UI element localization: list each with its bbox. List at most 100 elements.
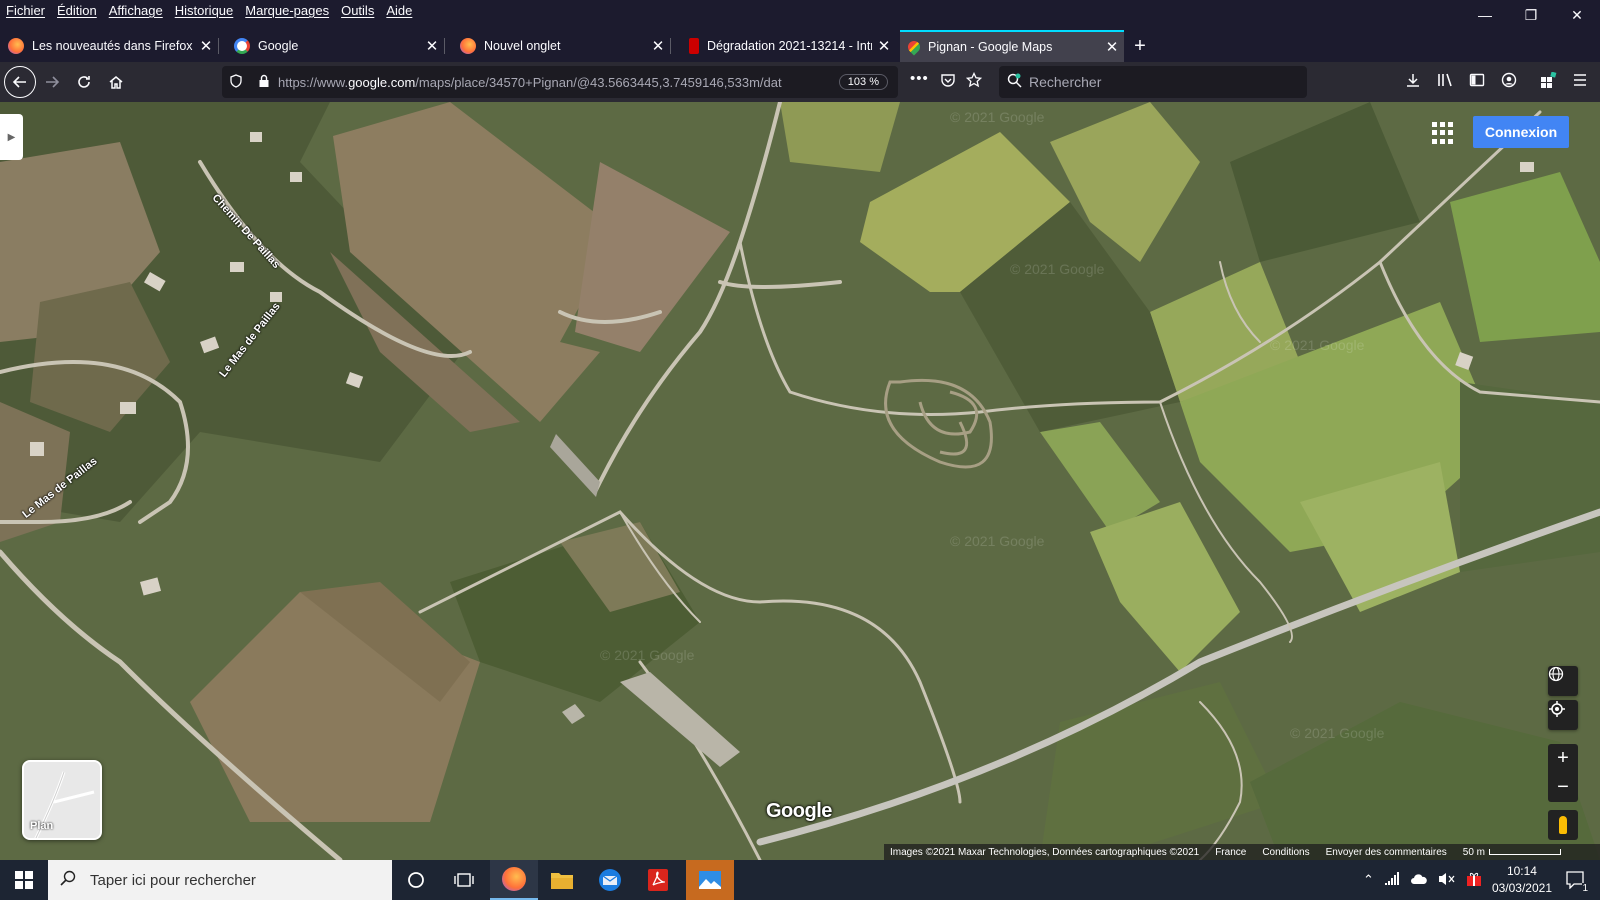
- imagery-credits: Images ©2021 Maxar Technologies, Données…: [890, 846, 1200, 858]
- close-tab-icon[interactable]: ✕: [194, 37, 218, 55]
- google-logo: Google: [766, 800, 832, 822]
- tab-label: Nouvel onglet: [484, 39, 561, 53]
- watermark: © 2021 Google: [1010, 261, 1105, 277]
- tab-label: Google: [258, 39, 299, 53]
- cortana-button[interactable]: [392, 860, 440, 900]
- sidebar-icon[interactable]: [1469, 72, 1485, 92]
- expand-side-panel-button[interactable]: ▶: [0, 114, 23, 160]
- reload-button[interactable]: [68, 66, 100, 98]
- menu-outils[interactable]: Outils: [341, 3, 380, 18]
- street-view-pegman[interactable]: [1548, 810, 1578, 840]
- onedrive-cloud-icon[interactable]: [1410, 873, 1428, 888]
- locate-icon: [1549, 701, 1565, 717]
- menu-aide[interactable]: Aide: [386, 3, 418, 18]
- menu-affichage[interactable]: Affichage: [109, 3, 169, 18]
- satellite-map[interactable]: © 2021 Google © 2021 Google © 2021 Googl…: [0, 102, 1600, 860]
- zoom-controls: + −: [1548, 744, 1578, 802]
- account-icon[interactable]: [1501, 72, 1517, 92]
- tab-google[interactable]: Google ✕: [226, 30, 445, 62]
- globe-icon: [1548, 666, 1564, 682]
- page-actions-icon[interactable]: •••: [910, 70, 929, 87]
- watermark: © 2021 Google: [1270, 337, 1365, 353]
- gift-badge-icon[interactable]: [1466, 871, 1482, 890]
- zoom-out-button[interactable]: −: [1548, 773, 1578, 802]
- plan-label: Plan: [30, 820, 54, 832]
- pocket-icon[interactable]: [940, 72, 956, 92]
- tab-new[interactable]: Nouvel onglet ✕: [452, 30, 671, 62]
- search-icon: [999, 73, 1029, 91]
- terms-link[interactable]: Conditions: [1262, 847, 1309, 858]
- task-view-icon: [454, 873, 474, 887]
- folder-icon: [551, 873, 573, 889]
- close-tab-icon[interactable]: ✕: [872, 37, 896, 55]
- minimize-button[interactable]: —: [1462, 0, 1508, 30]
- tab-strip: Les nouveautés dans Firefox ✕ Google ✕ N…: [0, 30, 1600, 62]
- notification-center-button[interactable]: 1: [1552, 860, 1600, 900]
- taskbar-thunderbird[interactable]: [586, 860, 634, 900]
- back-button[interactable]: [4, 66, 36, 98]
- country-link[interactable]: France: [1215, 847, 1246, 858]
- zoom-in-button[interactable]: +: [1548, 744, 1578, 773]
- windows-taskbar: Taper ici pour rechercher ⌃ 10:14 03/03/…: [0, 860, 1600, 900]
- close-tab-icon[interactable]: ✕: [646, 37, 670, 55]
- notification-count: 1: [1582, 883, 1588, 894]
- pegman-icon: [1559, 816, 1567, 834]
- search-box[interactable]: [999, 66, 1307, 98]
- map-footer: Images ©2021 Maxar Technologies, Données…: [884, 844, 1600, 860]
- lock-icon[interactable]: [250, 74, 278, 91]
- tab-google-maps[interactable]: Pignan - Google Maps ✕: [900, 30, 1124, 62]
- my-location-button[interactable]: [1548, 700, 1578, 730]
- restore-button[interactable]: ❐: [1508, 0, 1554, 30]
- menu-historique[interactable]: Historique: [175, 3, 240, 18]
- taskbar-file-explorer[interactable]: [538, 860, 586, 900]
- close-tab-icon[interactable]: ✕: [420, 37, 444, 55]
- tab-label: Les nouveautés dans Firefox: [32, 39, 193, 53]
- close-window-button[interactable]: ✕: [1554, 0, 1600, 30]
- menu-hamburger-icon[interactable]: [1572, 72, 1588, 92]
- bookmark-star-icon[interactable]: [965, 71, 983, 92]
- network-icon[interactable]: [1384, 871, 1400, 889]
- library-icon[interactable]: [1437, 72, 1455, 92]
- globe-view-button[interactable]: [1548, 666, 1578, 696]
- chevron-up-icon[interactable]: ⌃: [1363, 872, 1374, 888]
- signin-button[interactable]: Connexion: [1473, 116, 1569, 148]
- download-icon[interactable]: [1405, 72, 1421, 92]
- watermark: © 2021 Google: [1290, 725, 1385, 741]
- arrow-left-icon: [12, 76, 26, 88]
- task-view-button[interactable]: [440, 860, 488, 900]
- feedback-link[interactable]: Envoyer des commentaires: [1326, 847, 1447, 858]
- start-button[interactable]: [0, 860, 48, 900]
- taskbar-photos[interactable]: [686, 860, 734, 900]
- system-clock[interactable]: 10:14 03/03/2021: [1492, 863, 1552, 897]
- layer-switcher-plan[interactable]: Plan: [22, 760, 102, 840]
- new-tab-button[interactable]: +: [1128, 30, 1152, 62]
- intranet-icon: [689, 38, 699, 54]
- google-icon: [234, 38, 250, 54]
- tab-firefox-news[interactable]: Les nouveautés dans Firefox ✕: [0, 30, 219, 62]
- menu-marque-pages[interactable]: Marque-pages: [245, 3, 335, 18]
- scale-bar[interactable]: [1489, 849, 1561, 855]
- search-input[interactable]: [1029, 74, 1289, 90]
- taskbar-search-box[interactable]: Taper ici pour rechercher: [48, 860, 392, 900]
- pdf-reader-icon: [648, 869, 668, 891]
- taskbar-firefox[interactable]: [490, 860, 538, 900]
- scale-label[interactable]: 50 m: [1463, 847, 1485, 858]
- menu-edition[interactable]: Édition: [57, 3, 103, 18]
- system-tray: ⌃ 10:14 03/03/2021: [1363, 860, 1552, 900]
- home-button[interactable]: [100, 66, 132, 98]
- close-tab-icon[interactable]: ✕: [1100, 38, 1124, 56]
- home-icon: [109, 76, 123, 89]
- url-bar[interactable]: https://www.google.com/maps/place/34570+…: [222, 66, 898, 98]
- volume-muted-icon[interactable]: [1438, 872, 1456, 889]
- watermark: © 2021 Google: [950, 533, 1045, 549]
- tab-intranet[interactable]: Dégradation 2021-13214 - Intra ✕: [678, 30, 896, 62]
- extensions-icon[interactable]: [1540, 71, 1558, 92]
- cortana-circle-icon: [408, 872, 424, 888]
- menu-fichier[interactable]: Fichier: [6, 3, 51, 18]
- url-text[interactable]: https://www.google.com/maps/place/34570+…: [278, 75, 833, 90]
- forward-button[interactable]: [36, 66, 68, 98]
- taskbar-acrobat[interactable]: [634, 860, 682, 900]
- google-apps-icon[interactable]: [1432, 122, 1454, 144]
- shield-icon[interactable]: [222, 73, 250, 91]
- zoom-level[interactable]: 103 %: [838, 74, 888, 90]
